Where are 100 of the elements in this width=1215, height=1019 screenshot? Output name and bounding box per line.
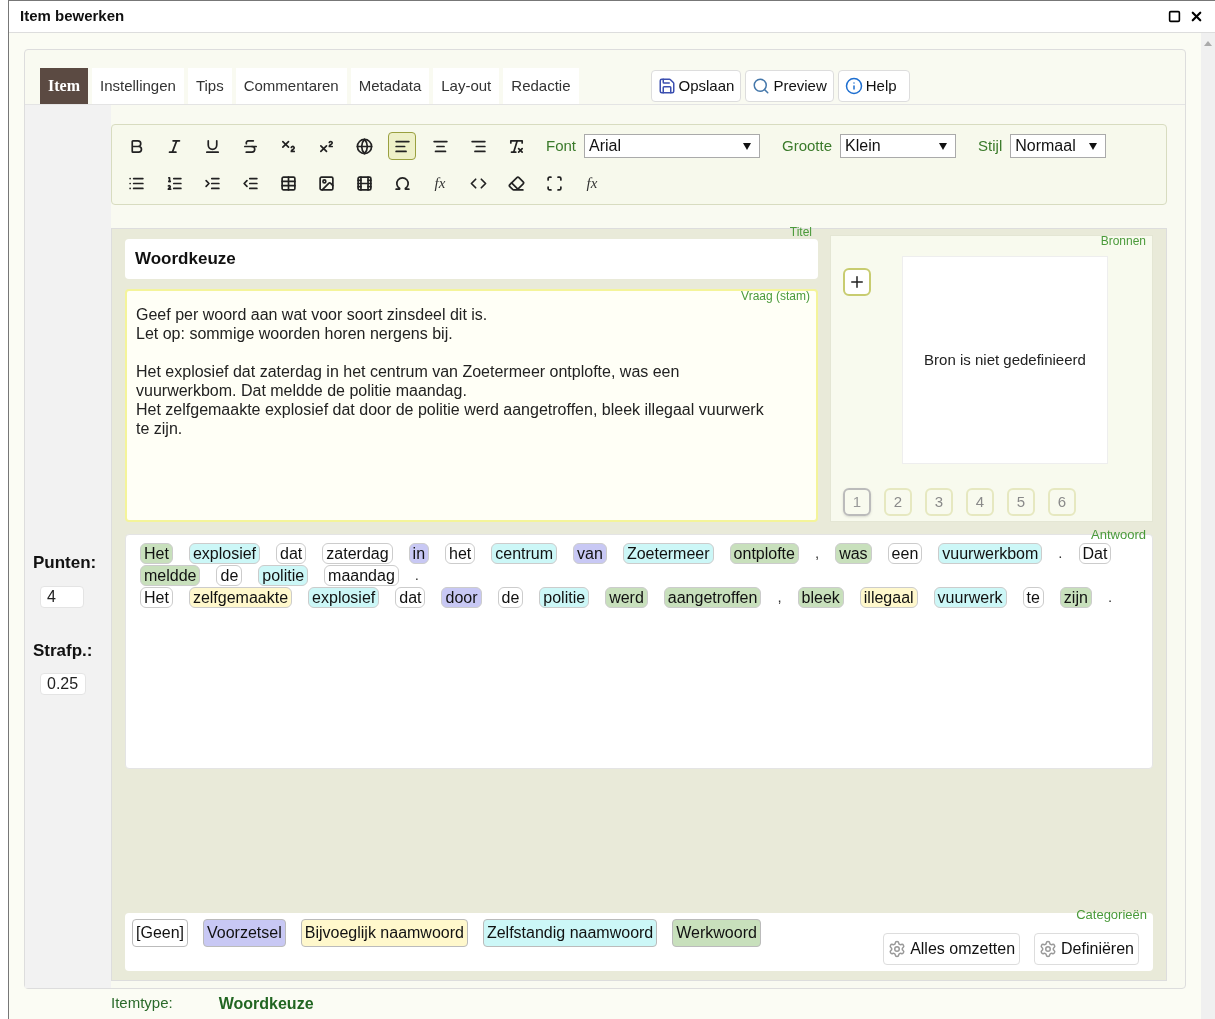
- gear-icon: [1039, 940, 1058, 958]
- word-chip[interactable]: aangetroffen: [663, 586, 762, 608]
- word-chip[interactable]: Het: [140, 586, 173, 608]
- category-action-button[interactable]: Definiëren: [1034, 933, 1139, 965]
- image-icon: [317, 174, 335, 192]
- punctuation: ,: [814, 542, 820, 563]
- word-chip[interactable]: door: [441, 586, 482, 608]
- category-chip[interactable]: Zelfstandig naamwoord: [482, 919, 658, 947]
- gear-icon: [888, 940, 907, 958]
- word-chip[interactable]: maandag: [324, 564, 399, 586]
- plus-icon: [848, 273, 866, 291]
- word-chip[interactable]: explosief: [308, 586, 380, 608]
- tab[interactable]: Lay-out: [433, 68, 500, 104]
- category-chip[interactable]: Bijvoeglijk naamwoord: [300, 919, 468, 947]
- word-chip[interactable]: ontplofte: [729, 542, 799, 564]
- eraser-icon: [507, 174, 525, 192]
- word-chip[interactable]: dat: [276, 542, 307, 564]
- punctuation: .: [1107, 586, 1113, 607]
- question-field[interactable]: [125, 289, 818, 522]
- dropdown-caret-icon: [1089, 142, 1098, 150]
- section-label: Vraag (stam): [741, 288, 810, 305]
- word-chip[interactable]: illegaal: [859, 586, 918, 608]
- word-chip[interactable]: van: [573, 542, 607, 564]
- word-chip[interactable]: was: [835, 542, 872, 564]
- save-button[interactable]: Opslaan: [650, 70, 742, 102]
- itemtype-label: Itemtype:: [111, 993, 173, 1013]
- formula-button[interactable]: fx: [578, 169, 606, 197]
- word-chip[interactable]: het: [445, 542, 476, 564]
- font-label: Font: [546, 135, 576, 156]
- search-icon: [752, 77, 771, 95]
- category-action-button[interactable]: Alles omzetten: [883, 933, 1021, 965]
- add-source-button[interactable]: [843, 268, 871, 296]
- underline-icon: [203, 137, 221, 155]
- category-chip[interactable]: Werkwoord: [672, 919, 761, 947]
- word-chip[interactable]: meldde: [140, 564, 201, 586]
- title-field[interactable]: Woordkeuze: [125, 239, 818, 279]
- word-chip[interactable]: een: [887, 542, 923, 564]
- punctuation: .: [414, 564, 419, 585]
- question-text: Het explosief dat zaterdag in het centrum van Zoetermeer ontplofte, was een vuurwerkbom. Dat meldde de politie maandag. Het zelfgemaakte explosief dat door de politie werd aangetroffen, bleek illegaal vuurwerk te zijn.: [136, 362, 765, 438]
- preview-button[interactable]: Preview: [745, 70, 834, 102]
- window-title: Item bewerken: [20, 6, 125, 27]
- size-dropdown[interactable]: Klein: [840, 134, 957, 158]
- word-chip[interactable]: Het: [140, 542, 173, 564]
- word-chip[interactable]: Dat: [1078, 542, 1112, 564]
- dropdown-caret-icon: [939, 142, 948, 150]
- film-icon: [355, 174, 373, 192]
- empty-source-text: Bron is niet gedefinieerd: [924, 349, 1086, 370]
- font-dropdown[interactable]: Arial: [584, 134, 760, 158]
- table-icon: [279, 174, 297, 192]
- score-field[interactable]: 0.25: [40, 673, 86, 695]
- tab[interactable]: Instellingen: [92, 68, 184, 104]
- clear-format-icon: [507, 137, 525, 155]
- omega-icon: [393, 174, 411, 192]
- section-label: Titel: [789, 226, 812, 238]
- word-chip[interactable]: werd: [605, 586, 648, 608]
- style-dropdown[interactable]: Normaal: [1010, 134, 1107, 158]
- word-chip[interactable]: vuurwerkbom: [938, 542, 1043, 564]
- word-chip[interactable]: zijn: [1059, 586, 1092, 608]
- word-chip[interactable]: in: [408, 542, 430, 564]
- word-chip[interactable]: de: [216, 564, 243, 586]
- size-label: Grootte: [782, 135, 833, 156]
- info-icon: [844, 77, 863, 95]
- strikethrough-icon: [241, 137, 259, 155]
- category-chip[interactable]: Voorzetsel: [203, 919, 286, 947]
- word-chip[interactable]: bleek: [797, 586, 844, 608]
- itemtype-value: Woordkeuze: [218, 994, 314, 1014]
- score-field[interactable]: 4: [40, 585, 84, 608]
- word-chip[interactable]: politie: [539, 586, 590, 608]
- numbered-list-icon: [165, 174, 183, 192]
- section-label: Antwoord: [1091, 526, 1146, 544]
- word-chip[interactable]: zaterdag: [322, 542, 393, 564]
- tab[interactable]: Metadata: [350, 68, 430, 104]
- word-chip[interactable]: zelfgemaakte: [188, 586, 293, 608]
- maximize-icon[interactable]: [1168, 10, 1181, 23]
- globe-icon: [355, 137, 373, 155]
- tab[interactable]: Item: [40, 68, 88, 104]
- word-chip[interactable]: de: [497, 586, 524, 608]
- close-icon[interactable]: [1189, 9, 1204, 24]
- align-left-button[interactable]: [388, 132, 416, 160]
- word-chip[interactable]: centrum: [491, 542, 558, 564]
- word-chip[interactable]: vuurwerk: [933, 586, 1007, 608]
- section-label: Bronnen: [1100, 233, 1146, 250]
- frame-icon: [545, 174, 563, 192]
- word-chip[interactable]: politie: [258, 564, 309, 586]
- word-chip[interactable]: dat: [395, 586, 426, 608]
- dropdown-caret-icon: [743, 142, 751, 150]
- score-label: Punten:: [33, 552, 98, 574]
- category-chip[interactable]: [Geen]: [132, 919, 189, 947]
- tab[interactable]: Commentaren: [235, 68, 347, 104]
- score-label: Strafp.:: [33, 639, 94, 662]
- word-chip[interactable]: Zoetermeer: [622, 542, 714, 564]
- tab[interactable]: Redactie: [503, 68, 579, 104]
- section-label: Categorieën: [1076, 906, 1147, 924]
- word-chip[interactable]: explosief: [188, 542, 261, 564]
- help-button[interactable]: Help: [837, 70, 910, 102]
- punctuation: ,: [777, 586, 782, 607]
- tab[interactable]: Tips: [187, 68, 232, 104]
- word-chip[interactable]: te: [1022, 586, 1044, 608]
- style-label: Stijl: [978, 135, 1003, 156]
- formula-button[interactable]: fx: [426, 169, 454, 197]
